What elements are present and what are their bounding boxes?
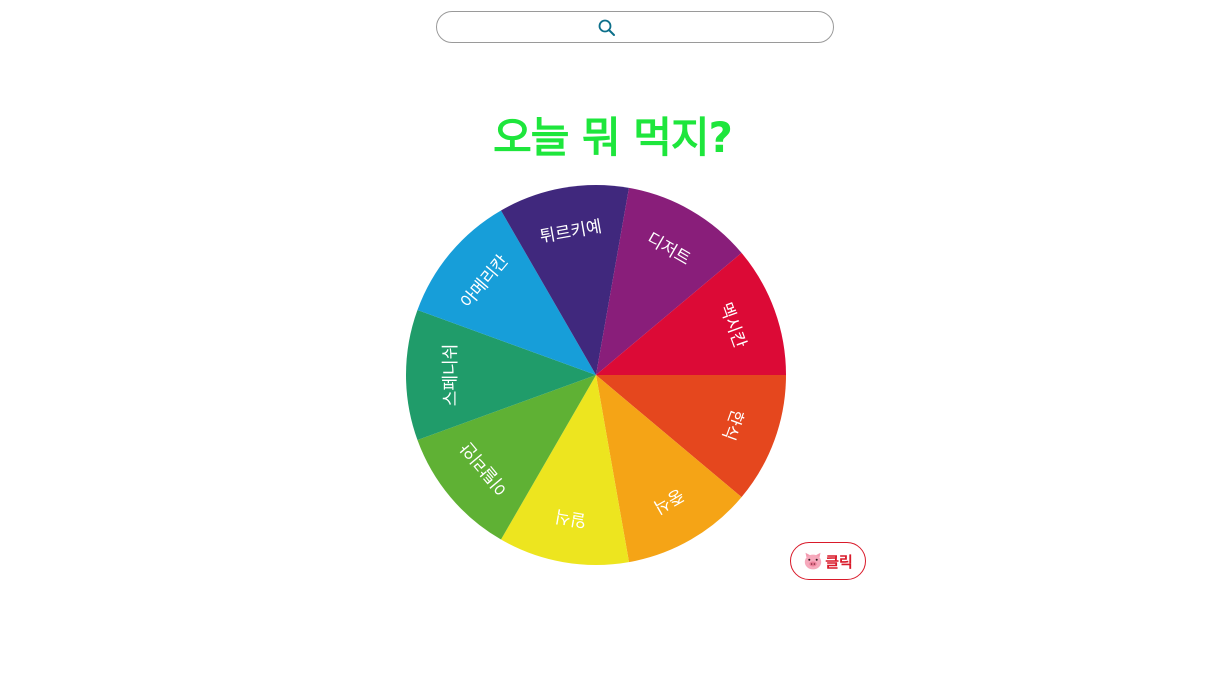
page-title: 오늘 뭐 먹지? (493, 113, 733, 162)
spin-button[interactable]: 클릭 (790, 542, 866, 580)
search-icon[interactable] (597, 18, 617, 38)
wheel-slice-label: 스페니쉬 (441, 344, 461, 407)
search-input[interactable] (451, 16, 825, 40)
spin-button-label: 클릭 (825, 552, 853, 571)
food-roulette-wheel[interactable]: 한식중식일식이탈리안스페니쉬아메리칸튀르키예 디저트멕시칸 (401, 180, 791, 570)
pig-face-icon (804, 552, 822, 570)
search-bar (436, 11, 834, 43)
